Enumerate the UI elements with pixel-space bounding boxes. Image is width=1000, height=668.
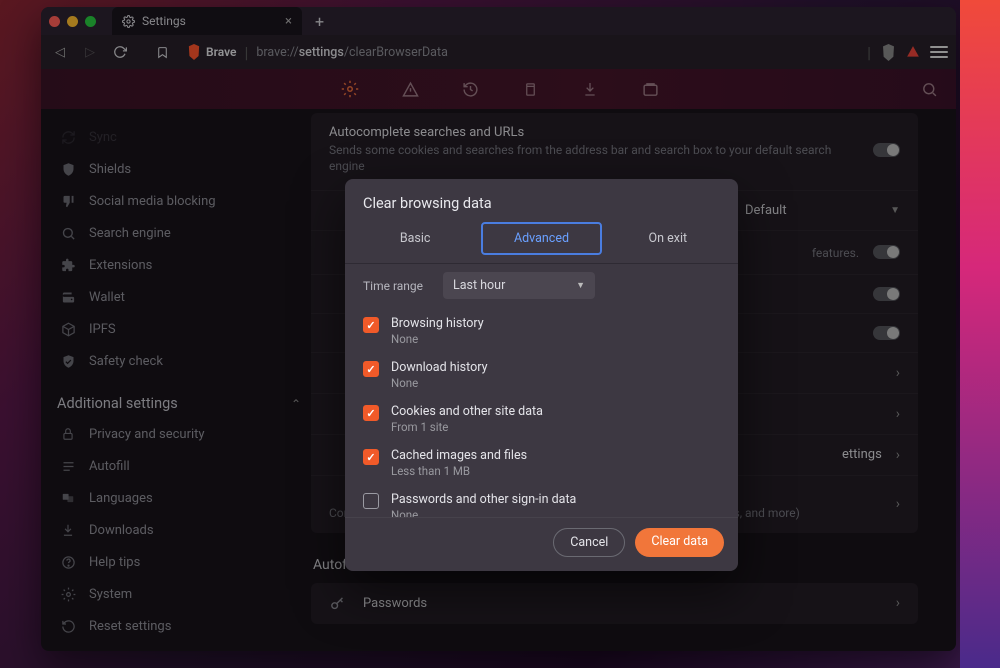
modal-item-sub: None	[391, 332, 484, 346]
modal-item-title: Cookies and other site data	[391, 404, 543, 419]
timerange-select[interactable]: Last hour ▼	[443, 272, 595, 299]
browser-window: Settings × + ◁ ▷ Brave | brave://setting…	[41, 7, 956, 651]
modal-item[interactable]: Download historyNone	[345, 353, 738, 397]
modal-item[interactable]: Cached images and filesLess than 1 MB	[345, 441, 738, 485]
cancel-button[interactable]: Cancel	[553, 528, 625, 557]
modal-item[interactable]: Passwords and other sign-in dataNone	[345, 485, 738, 517]
modal-item-sub: None	[391, 508, 576, 517]
modal-item-sub: Less than 1 MB	[391, 464, 527, 478]
modal-item-title: Download history	[391, 360, 487, 375]
modal-tab-basic[interactable]: Basic	[355, 222, 475, 255]
checkbox[interactable]	[363, 317, 379, 333]
checkbox[interactable]	[363, 405, 379, 421]
clear-browsing-data-modal: Clear browsing data Basic Advanced On ex…	[345, 179, 738, 571]
modal-timerange-row: Time range Last hour ▼	[345, 264, 738, 307]
modal-item-sub: From 1 site	[391, 420, 543, 434]
modal-title: Clear browsing data	[345, 179, 738, 222]
modal-tab-advanced[interactable]: Advanced	[481, 222, 601, 255]
checkbox[interactable]	[363, 449, 379, 465]
modal-item-title: Cached images and files	[391, 448, 527, 463]
chevron-down-icon: ▼	[576, 280, 585, 291]
clear-data-button[interactable]: Clear data	[635, 528, 724, 557]
modal-item-title: Passwords and other sign-in data	[391, 492, 576, 507]
modal-item-title: Browsing history	[391, 316, 484, 331]
modal-item[interactable]: Browsing historyNone	[345, 309, 738, 353]
modal-item[interactable]: Cookies and other site dataFrom 1 site	[345, 397, 738, 441]
modal-tab-onexit[interactable]: On exit	[608, 222, 728, 255]
checkbox[interactable]	[363, 493, 379, 509]
timerange-label: Time range	[363, 279, 431, 293]
modal-item-list: Browsing historyNoneDownload historyNone…	[345, 307, 738, 517]
select-value: Last hour	[453, 278, 505, 293]
modal-actions: Cancel Clear data	[345, 517, 738, 571]
checkbox[interactable]	[363, 361, 379, 377]
modal-tabs: Basic Advanced On exit	[345, 222, 738, 264]
modal-item-sub: None	[391, 376, 487, 390]
